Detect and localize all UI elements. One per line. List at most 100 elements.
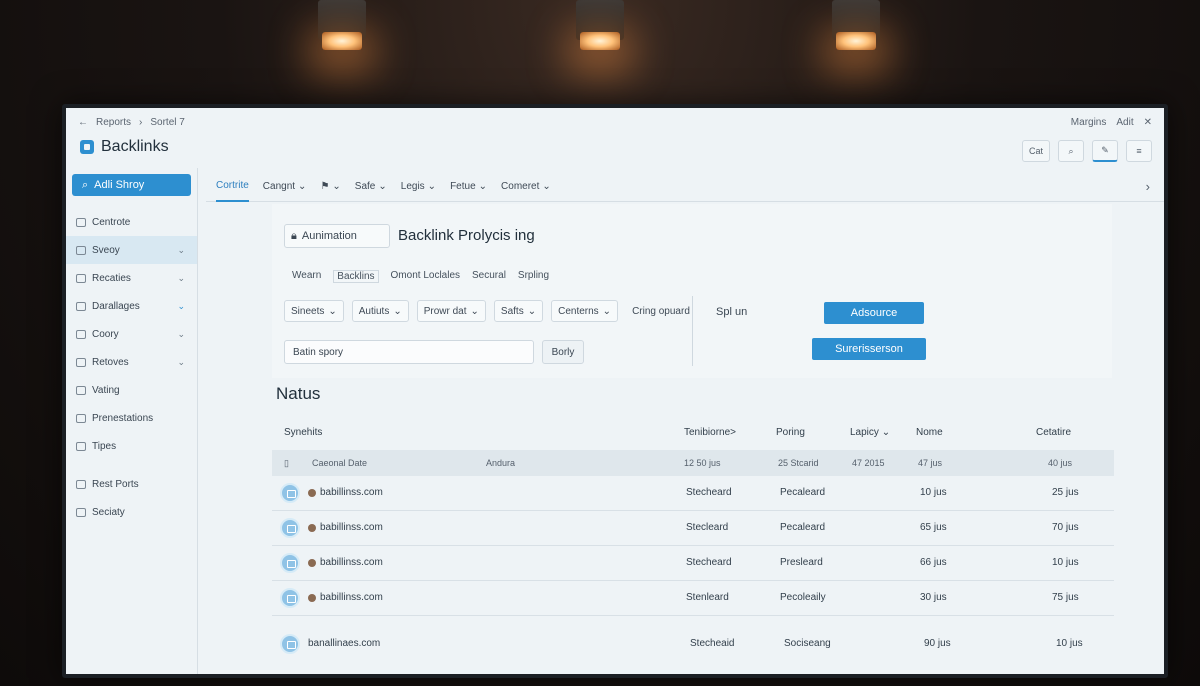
- domain-link[interactable]: babillinss.com: [320, 522, 383, 533]
- domain-link[interactable]: babillinss.com: [320, 592, 383, 603]
- breadcrumb-item[interactable]: Reports: [96, 117, 131, 128]
- column-header[interactable]: Nome: [916, 427, 943, 438]
- filter-bar: Sineets ⌄ Autiuts ⌄ Prowr dat ⌄ Safts ⌄ Cent…: [284, 300, 696, 322]
- chevron-down-icon[interactable]: ⌄: [177, 245, 185, 256]
- table-cell: Sociseang: [784, 638, 831, 649]
- chevron-down-icon: ⌄: [542, 181, 551, 192]
- filter-dropdown[interactable]: Autiuts ⌄: [351, 300, 409, 322]
- filter-dropdown[interactable]: Prowr dat ⌄: [416, 300, 486, 322]
- tab-comeret[interactable]: Comeret ⌄: [501, 172, 551, 202]
- filter-dropdown[interactable]: Sineets ⌄: [284, 300, 344, 322]
- close-icon[interactable]: ✕: [1144, 117, 1152, 128]
- chevron-down-icon: ⌄: [298, 181, 307, 192]
- tab-fetue[interactable]: Fetue ⌄: [450, 172, 487, 202]
- edit-icon[interactable]: ✎: [1092, 140, 1118, 162]
- analysis-panel: 🔒︎ Aunimation Backlink Prolycis ing Wear…: [272, 204, 1112, 378]
- favicon-icon: [308, 594, 316, 602]
- column-header[interactable]: Tenibiorne>: [684, 427, 736, 438]
- search-input[interactable]: Batin spory: [284, 340, 534, 364]
- chevron-down-icon: ⌄: [328, 305, 337, 317]
- chevron-down-icon: ⌄: [378, 181, 387, 192]
- table-row[interactable]: babillinss.com Stecheard Pecaleard 10 ju…: [272, 476, 1114, 511]
- sidebar-item-retoves[interactable]: Retoves ⌄: [66, 348, 197, 376]
- table-cell: 90 jus: [924, 638, 951, 649]
- table-row[interactable]: babillinss.com Stecleard Pecaleard 65 ju…: [272, 511, 1114, 546]
- subtab[interactable]: Omont Loclales: [391, 270, 460, 283]
- favicon-icon: [308, 489, 316, 497]
- cat-button[interactable]: Cat: [1021, 140, 1050, 162]
- domain-link[interactable]: babillinss.com: [320, 557, 383, 568]
- sidebar-item-label: Coory: [92, 328, 119, 340]
- chevron-down-icon[interactable]: ⌄: [177, 329, 185, 340]
- filter-label: Sineets: [291, 305, 325, 317]
- page-icon: [76, 301, 86, 311]
- add-button[interactable]: ⌕ Adli Shroy: [72, 174, 191, 196]
- subtab[interactable]: Wearn: [292, 270, 321, 283]
- chevron-down-icon[interactable]: ⌄: [177, 273, 185, 284]
- tab-cortrite[interactable]: Cortrite: [216, 172, 249, 202]
- table-cell: 70 jus: [1052, 522, 1079, 533]
- tab-flag[interactable]: ⚑ ⌄: [320, 172, 340, 202]
- lock-icon: 🔒︎: [291, 229, 297, 242]
- menu-icon[interactable]: ≡: [1126, 140, 1152, 162]
- column-header[interactable]: Cetatire: [1036, 427, 1071, 438]
- chevron-right-icon[interactable]: ›: [1146, 179, 1150, 194]
- filter-icon[interactable]: ▯: [284, 458, 289, 469]
- app-brand: Backlinks: [80, 138, 169, 156]
- sidebar-item-recaties[interactable]: Recaties ⌄: [66, 264, 197, 292]
- domain-link[interactable]: babillinss.com: [320, 487, 383, 498]
- filter-label: Autiuts: [358, 305, 390, 317]
- window-menu-item[interactable]: Adit: [1116, 117, 1133, 128]
- favicon-icon: [308, 524, 316, 532]
- subheader-cell: 47 jus: [918, 458, 943, 468]
- ceiling-light: [826, 0, 886, 56]
- right-label: Spl un: [716, 306, 748, 318]
- subtab[interactable]: Srpling: [518, 270, 549, 283]
- column-header[interactable]: Poring: [776, 427, 805, 438]
- sidebar-item-tipes[interactable]: Tipes: [66, 432, 197, 460]
- sidebar-item-coory[interactable]: Coory ⌄: [66, 320, 197, 348]
- sidebar-item-prenestations[interactable]: Prenestations: [66, 404, 197, 432]
- sidebar-item-sveoy[interactable]: Sveoy ⌄: [66, 236, 197, 264]
- subtab[interactable]: Secural: [472, 270, 506, 283]
- sidebar-item-rest-ports[interactable]: Rest Ports: [66, 470, 197, 498]
- column-header[interactable]: Synehits: [284, 427, 322, 438]
- column-header[interactable]: Lapicy ⌄: [850, 427, 890, 438]
- window-menu-item[interactable]: Margins: [1071, 117, 1107, 128]
- tab-legis[interactable]: Legis ⌄: [401, 172, 436, 202]
- automation-selector[interactable]: 🔒︎ Aunimation: [284, 224, 390, 248]
- search-icon[interactable]: ⌕: [1058, 140, 1084, 162]
- sidebar-item-seciaty[interactable]: Seciaty: [66, 498, 197, 526]
- tab-cangnt[interactable]: Cangnt ⌄: [263, 172, 307, 202]
- submit-button[interactable]: Surerisserson: [812, 338, 926, 360]
- filter-dropdown[interactable]: Centerns ⌄: [551, 300, 619, 322]
- table-cell: Stecheard: [686, 487, 732, 498]
- table-header: Synehits Tenibiorne> Poring Lapicy ⌄ Nom…: [272, 414, 1114, 450]
- page-icon: [76, 217, 86, 227]
- filter-link[interactable]: Cring opuard: [626, 300, 696, 322]
- table-row[interactable]: banallinaes.com Stecheaid Sociseang 90 j…: [272, 616, 1114, 666]
- chevron-down-icon[interactable]: ⌄: [177, 357, 185, 368]
- domain-link[interactable]: banallinaes.com: [308, 638, 380, 649]
- back-arrow-icon[interactable]: ←: [78, 117, 88, 128]
- sidebar-item-label: Sveoy: [92, 244, 120, 256]
- filter-dropdown[interactable]: Safts ⌄: [493, 300, 544, 322]
- table-cell: Stenleard: [686, 592, 729, 603]
- sidebar-item-vating[interactable]: Vating: [66, 376, 197, 404]
- tab-safe[interactable]: Safe ⌄: [355, 172, 387, 202]
- sidebar-item-darallages[interactable]: Darallages ⌄: [66, 292, 197, 320]
- tab-label: Legis: [400, 181, 425, 192]
- chevron-down-icon: ⌄: [470, 305, 479, 317]
- table-row[interactable]: babillinss.com Stenleard Pecoleaily 30 j…: [272, 581, 1114, 616]
- top-nav: Cortrite Cangnt ⌄ ⚑ ⌄ Safe ⌄ Legis ⌄ Fetue ⌄ …: [206, 172, 1164, 202]
- adsource-button[interactable]: Adsource: [824, 302, 924, 324]
- subtab-active[interactable]: Backlins: [333, 270, 379, 283]
- table-cell: Pecaleard: [780, 522, 826, 533]
- apply-button[interactable]: Borly: [542, 340, 584, 364]
- table-cell: Pecoleaily: [780, 592, 826, 603]
- sidebar-item-centrote[interactable]: Centrote: [66, 208, 197, 236]
- table-cell: Stecleard: [686, 522, 729, 533]
- chevron-down-icon[interactable]: ⌄: [177, 301, 185, 312]
- table-row[interactable]: babillinss.com Stecheard Presleard 66 ju…: [272, 546, 1114, 581]
- breadcrumb-item[interactable]: Sortel 7: [150, 117, 184, 128]
